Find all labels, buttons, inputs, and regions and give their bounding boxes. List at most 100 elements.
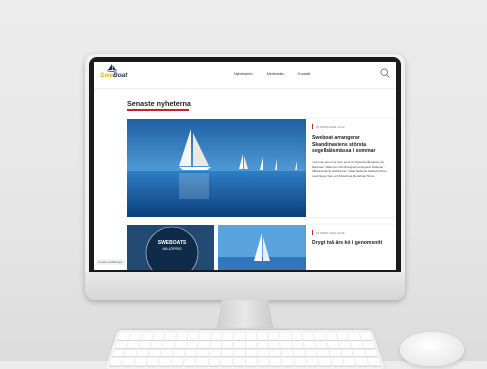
article-excerpt: I sommar kan ni se fram emot tre flytand… xyxy=(312,160,387,178)
keyboard-key xyxy=(186,340,198,349)
keyboard-key xyxy=(340,349,354,357)
feature-article-card[interactable]: 29 MARS 2022 10:12 Sweboat arrangerar Sk… xyxy=(306,119,396,217)
keyboard-key xyxy=(306,357,319,366)
keyboard-key xyxy=(269,349,281,357)
imac-monitor: SweBoat Nyhetsarkiv Mediearkiv Kontakt S… xyxy=(85,54,405,300)
keyboard-key xyxy=(245,357,257,366)
logo-boat: Boat xyxy=(113,72,128,79)
keyboard-key xyxy=(162,340,175,349)
environmental-award-thumbnail[interactable]: SWEBOATS MILJÖPRIS xyxy=(127,225,214,270)
keyboard-key xyxy=(195,357,208,366)
badge-line-2: MILJÖPRIS xyxy=(163,247,183,251)
article-date: 29 MARS 2022 10:12 xyxy=(316,125,345,129)
second-article-card[interactable]: 19 APRIL 2021 13:49 Drygt två års kö i g… xyxy=(306,225,396,270)
keyboard-key xyxy=(210,332,222,340)
keyboard-key xyxy=(359,332,373,340)
keyboard-key xyxy=(245,332,257,340)
keyboard-key xyxy=(198,340,210,349)
keyboard-key xyxy=(315,340,328,349)
keyboard-key xyxy=(148,349,162,357)
keyboard-key xyxy=(152,332,165,340)
keyboard-key xyxy=(233,357,245,366)
nav-item-kontakt[interactable]: Kontakt xyxy=(298,72,310,76)
site-logo[interactable]: SweBoat xyxy=(100,64,128,84)
keyboard-key xyxy=(352,349,366,357)
keyboard-key xyxy=(256,332,268,340)
keyboard-key xyxy=(208,357,221,366)
keyboard-key xyxy=(336,332,349,340)
hero-sailboat-image[interactable] xyxy=(127,119,307,217)
keyboard-key xyxy=(325,332,338,340)
badge-line-1: SWEBOATS xyxy=(158,240,187,246)
keyboard-key xyxy=(141,332,154,340)
keyboard-key xyxy=(257,357,270,366)
section-heading: Senaste nyheterna xyxy=(127,99,191,108)
keyboard-key xyxy=(281,357,295,366)
keyboard-key xyxy=(222,332,234,340)
main-nav: Nyhetsarkiv Mediearkiv Kontakt xyxy=(234,72,310,76)
keyboard-key xyxy=(338,340,352,349)
keyboard-key xyxy=(136,349,150,357)
keyboard-key xyxy=(150,340,164,349)
screen-bezel: SweBoat Nyhetsarkiv Mediearkiv Kontakt S… xyxy=(89,57,401,272)
keyboard-key xyxy=(257,349,269,357)
article-title[interactable]: Sweboat arrangerar Skandinaviens största… xyxy=(312,135,392,155)
keyboard-key xyxy=(291,332,303,340)
sea-photo xyxy=(127,119,307,217)
keyboard-key xyxy=(146,357,160,366)
keyboard-key xyxy=(292,340,304,349)
keyboard-key xyxy=(233,332,245,340)
search-icon[interactable] xyxy=(380,68,390,78)
keyboard-key xyxy=(221,340,233,349)
keyboard-key xyxy=(124,349,138,357)
keyboard-key xyxy=(313,332,326,340)
keyboard-key xyxy=(172,349,186,357)
keyboard-key xyxy=(280,340,292,349)
keyboard-key xyxy=(268,340,281,349)
keyboard-key xyxy=(199,332,211,340)
cookie-settings-button[interactable]: Cookie-inställningar xyxy=(96,259,125,265)
keyboard-key xyxy=(350,340,364,349)
sailboat-thumbnail[interactable] xyxy=(218,225,307,270)
keyboard-key xyxy=(326,340,340,349)
website-screen: SweBoat Nyhetsarkiv Mediearkiv Kontakt S… xyxy=(94,62,396,270)
logo-wordmark: SweBoat xyxy=(100,72,128,80)
nav-item-mediearkiv[interactable]: Mediearkiv xyxy=(267,72,284,76)
keyboard-key xyxy=(245,340,257,349)
keyboard-key xyxy=(330,357,344,366)
keyboard-key xyxy=(361,340,375,349)
monitor-chin xyxy=(85,272,405,300)
keyboard-key xyxy=(233,340,245,349)
keyboard-key xyxy=(209,340,222,349)
keyboard-key xyxy=(279,332,291,340)
article-date: 19 APRIL 2021 13:49 xyxy=(316,231,345,235)
keyboard-key xyxy=(187,332,199,340)
keyboard-key xyxy=(133,357,148,366)
keyboard-key xyxy=(164,332,177,340)
keyboard-key xyxy=(269,357,282,366)
keyboard-key xyxy=(138,340,152,349)
keyboard-key xyxy=(257,340,269,349)
keyboard xyxy=(104,330,386,369)
logo-swe: Swe xyxy=(100,72,114,79)
keyboard-key xyxy=(220,357,233,366)
sailboat-photo-small xyxy=(218,225,307,270)
keyboard-key xyxy=(209,349,221,357)
keyboard-key xyxy=(126,340,140,349)
keyboard-key xyxy=(171,357,184,366)
keyboard-key xyxy=(293,349,306,357)
date-accent-bar xyxy=(312,124,313,129)
keyboard-key xyxy=(197,349,209,357)
keyboard-key xyxy=(302,332,315,340)
keyboard-key xyxy=(174,340,187,349)
keyboard-key xyxy=(129,332,142,340)
keyboard-key xyxy=(364,349,378,357)
article-title[interactable]: Drygt två års kö i genomsnitt xyxy=(312,240,396,246)
keyboard-key xyxy=(294,357,307,366)
keyboard-key xyxy=(303,340,316,349)
keyboard-key xyxy=(158,357,172,366)
keyboard-key xyxy=(233,349,245,357)
keyboard-key xyxy=(316,349,330,357)
sailboat-logo-icon xyxy=(107,64,117,72)
nav-item-nyhetsarkiv[interactable]: Nyhetsarkiv xyxy=(234,72,253,76)
